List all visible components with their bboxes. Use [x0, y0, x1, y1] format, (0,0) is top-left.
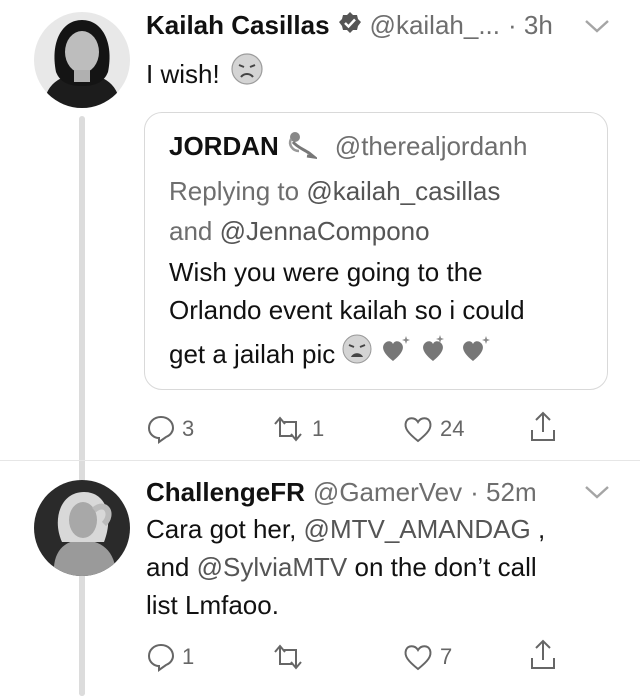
tweet1-text: I wish!	[146, 52, 264, 96]
author-handle[interactable]: @kailah_...	[370, 10, 500, 41]
tweet-text: and	[146, 552, 190, 582]
heart-icon	[402, 642, 434, 672]
author-name[interactable]: Kailah Casillas	[146, 10, 330, 41]
quote-text: Wish you were going to the Orlando event…	[169, 253, 599, 375]
like-button[interactable]: 7	[402, 642, 452, 672]
chevron-down-icon[interactable]	[584, 484, 610, 505]
quoted-tweet-card[interactable]: JORDAN @therealjordanh Replying to @kail…	[144, 112, 608, 390]
reply-icon	[146, 414, 176, 444]
chevron-down-icon[interactable]	[584, 18, 610, 39]
quote-text-line: Wish you were going to the	[169, 257, 483, 287]
sparkling-heart-icon	[459, 333, 493, 375]
sparkling-heart-icon	[419, 333, 453, 375]
reply-icon	[146, 642, 176, 672]
verified-badge-icon	[338, 11, 362, 40]
disappointed-face-icon	[230, 52, 264, 96]
avatar-kailah[interactable]	[34, 12, 130, 108]
quote-author-handle: @therealjordanh	[334, 131, 528, 161]
like-count: 7	[440, 644, 453, 669]
like-button[interactable]: 24	[402, 414, 464, 444]
tweet-text: ,	[537, 514, 546, 544]
retweet-button[interactable]: 1	[270, 414, 324, 444]
tweet-text: Cara got her,	[146, 514, 297, 544]
tweet-text: on the don’t call	[354, 552, 537, 582]
tweet-time[interactable]: · 52m	[470, 477, 536, 508]
mention-link[interactable]: @MTV_AMANDAG	[304, 514, 531, 544]
reply-button[interactable]: 3	[146, 414, 194, 444]
avatar-challengefr[interactable]	[34, 480, 130, 576]
reply-count: 1	[182, 644, 195, 669]
like-count: 24	[440, 416, 465, 441]
reply-mention-2[interactable]: @JennaCompono	[220, 216, 430, 246]
tweet1-header: Kailah Casillas @kailah_... · 3h	[146, 10, 616, 41]
author-handle[interactable]: @GamerVev	[313, 477, 462, 508]
quote-author-name: JORDAN	[169, 131, 279, 161]
retweet-count: 1	[312, 416, 325, 441]
reply-and-label: and	[169, 216, 213, 246]
reply-context: Replying to @kailah_casillas and @JennaC…	[169, 171, 500, 251]
retweet-icon	[270, 414, 306, 444]
quote-text-line: get a jailah pic	[169, 339, 336, 369]
author-name[interactable]: ChallengeFR	[146, 477, 305, 508]
reply-button[interactable]: 1	[146, 642, 194, 672]
mention-link[interactable]: @SylviaMTV	[197, 552, 348, 582]
replying-to-label: Replying to	[169, 176, 300, 206]
quote-header: JORDAN @therealjordanh	[169, 129, 527, 164]
tweet-text: I wish!	[146, 59, 220, 89]
tweet-time[interactable]: · 3h	[508, 10, 553, 41]
quote-text-line: Orlando event kailah so i could	[169, 295, 525, 325]
mermaid-icon	[285, 129, 320, 164]
retweet-button[interactable]	[270, 642, 312, 672]
weary-face-icon	[341, 333, 373, 375]
tweet-divider	[0, 460, 640, 461]
share-button[interactable]	[528, 638, 558, 672]
share-icon	[528, 410, 558, 444]
thread-line	[79, 584, 85, 696]
tweet2-text: Cara got her, @MTV_AMANDAG , and @Sylvia…	[146, 510, 616, 624]
share-icon	[528, 638, 558, 672]
tweet2-header: ChallengeFR @GamerVev · 52m	[146, 477, 586, 508]
share-button[interactable]	[528, 410, 558, 444]
heart-icon	[402, 414, 434, 444]
sparkling-heart-icon	[379, 333, 413, 375]
reply-mention-1[interactable]: @kailah_casillas	[306, 176, 500, 206]
tweet-text: list Lmfaoo.	[146, 590, 279, 620]
reply-count: 3	[182, 416, 195, 441]
retweet-icon	[270, 642, 306, 672]
